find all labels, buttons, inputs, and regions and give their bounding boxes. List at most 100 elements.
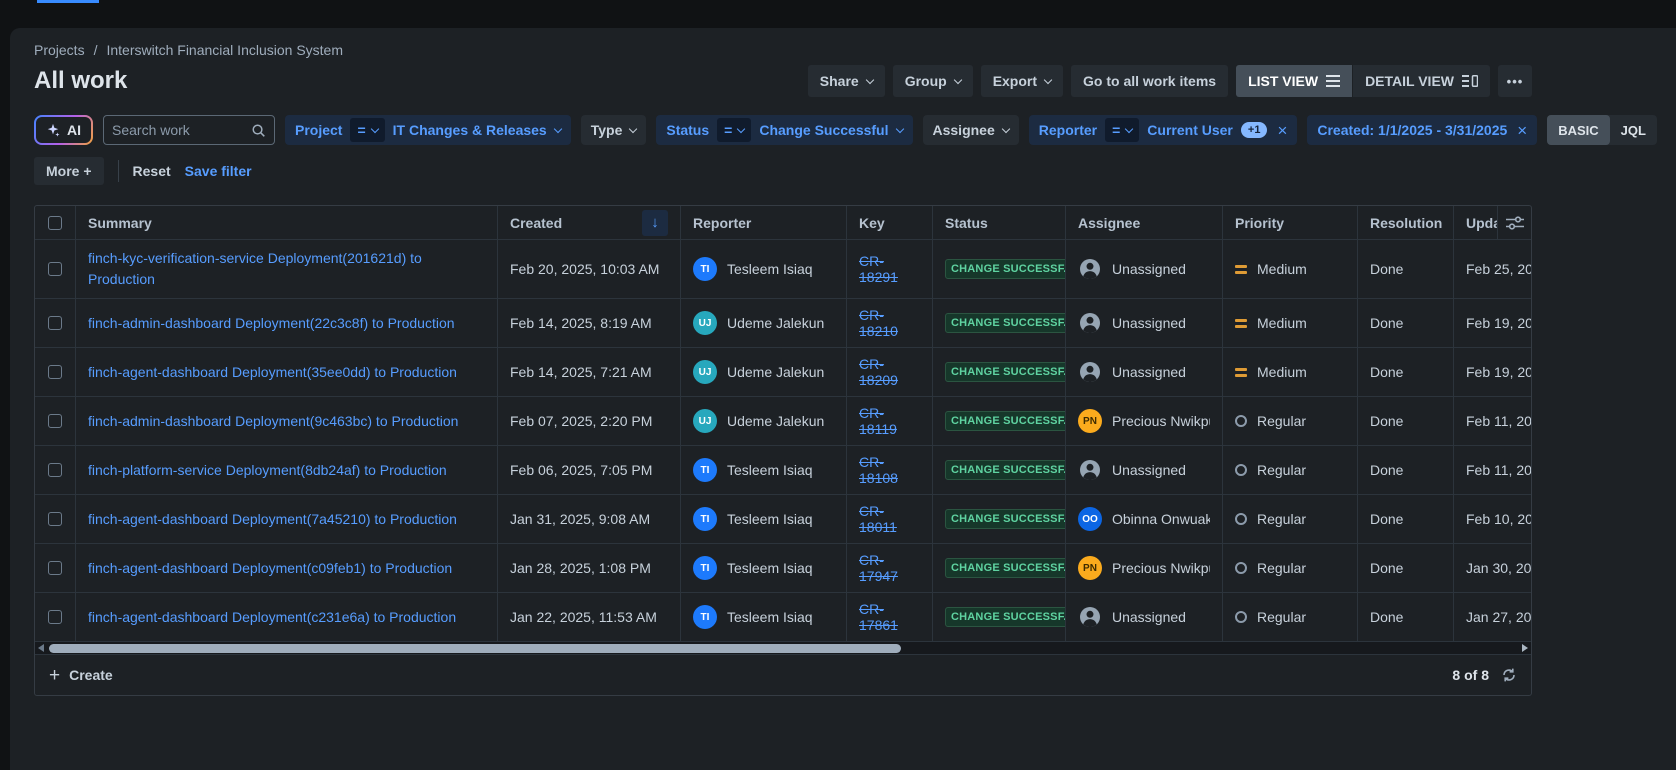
table-footer: + Create 8 of 8 [35,655,1531,695]
reporter-name: Tesleem Isiaq [727,609,813,625]
created-cell: Jan 28, 2025, 1:08 PM [498,544,681,592]
row-checkbox[interactable] [48,463,62,477]
reporter-cell: TI Tesleem Isiaq [681,446,847,494]
assignee-name: Unassigned [1112,261,1186,277]
filter-chip-status[interactable]: Status = Change Successful [656,115,912,145]
key-link[interactable]: CR-18291 [859,253,920,285]
work-item-link[interactable]: finch-admin-dashboard Deployment(9c463bc… [88,411,458,432]
key-link[interactable]: CR-18210 [859,307,920,339]
filter-chip-type[interactable]: Type [581,115,647,145]
row-checkbox[interactable] [48,365,62,379]
column-header-reporter[interactable]: Reporter [681,206,847,239]
created-cell: Feb 20, 2025, 10:03 AM [498,240,681,298]
reset-button[interactable]: Reset [133,163,171,179]
table-row: finch-agent-dashboard Deployment(c231e6a… [35,593,1531,642]
priority-cell: Regular [1223,397,1358,445]
assignee-avatar: PN [1078,409,1102,433]
save-filter-button[interactable]: Save filter [185,163,252,179]
row-checkbox[interactable] [48,262,62,276]
updated-cell: Jan 30, 2025, [1454,544,1531,592]
resolution-cell: Done [1358,544,1454,592]
operator-dropdown[interactable]: = [350,118,384,142]
key-link[interactable]: CR-18209 [859,356,920,388]
detail-view-button[interactable]: DETAIL VIEW [1353,65,1490,97]
close-icon[interactable]: × [1277,122,1287,139]
reporter-name: Tesleem Isiaq [727,462,813,478]
share-button[interactable]: Share [808,65,885,97]
refresh-button[interactable] [1501,667,1517,683]
resolution-cell: Done [1358,397,1454,445]
status-badge[interactable]: CHANGE SUCCESSF... [945,460,1066,480]
sort-descending-button[interactable]: ↓ [642,210,668,236]
assignee-cell: PN Precious Nwikpu... [1066,544,1223,592]
work-item-link[interactable]: finch-kyc-verification-service Deploymen… [88,248,485,290]
more-actions-button[interactable]: ••• [1498,65,1532,97]
sort-desc-icon: ↓ [651,214,659,231]
breadcrumb-project-name[interactable]: Interswitch Financial Inclusion System [106,42,343,58]
ai-button[interactable]: AI [34,115,93,145]
updated-cell: Feb 19, 2025 [1454,299,1531,347]
unassigned-person-icon [1078,605,1102,629]
breadcrumb-projects[interactable]: Projects [34,42,85,58]
status-badge[interactable]: CHANGE SUCCESSF... [945,509,1066,529]
basic-mode-button[interactable]: BASIC [1547,115,1609,145]
row-checkbox[interactable] [48,610,62,624]
priority-cell: Medium [1223,348,1358,396]
column-header-status[interactable]: Status [933,206,1066,239]
chevron-down-icon [737,124,745,132]
key-link[interactable]: CR-17947 [859,552,920,584]
key-link[interactable]: CR-18011 [859,503,920,535]
row-checkbox[interactable] [48,512,62,526]
status-badge[interactable]: CHANGE SUCCESSF... [945,607,1066,627]
key-link[interactable]: CR-18119 [859,405,920,437]
work-item-link[interactable]: finch-agent-dashboard Deployment(7a45210… [88,509,457,530]
operator-dropdown[interactable]: = [1105,118,1139,142]
row-checkbox[interactable] [48,316,62,330]
updated-cell: Feb 11, 2025 [1454,397,1531,445]
select-all-checkbox[interactable] [48,216,62,230]
work-item-link[interactable]: finch-agent-dashboard Deployment(c231e6a… [88,607,456,628]
status-badge[interactable]: CHANGE SUCCESSF... [945,313,1066,333]
column-header-priority[interactable]: Priority [1223,206,1358,239]
filter-chip-assignee[interactable]: Assignee [923,115,1019,145]
assignee-name: Precious Nwikpu... [1112,560,1210,576]
jql-mode-button[interactable]: JQL [1610,115,1657,145]
group-button[interactable]: Group [893,65,973,97]
work-item-link[interactable]: finch-platform-service Deployment(8db24a… [88,460,447,481]
export-button[interactable]: Export [981,65,1063,97]
column-header-summary[interactable]: Summary [76,206,498,239]
list-view-button[interactable]: LIST VIEW [1236,65,1352,97]
row-checkbox[interactable] [48,561,62,575]
horizontal-scrollbar [35,642,1531,655]
row-checkbox[interactable] [48,414,62,428]
unassigned-person-icon [1078,458,1102,482]
status-badge[interactable]: CHANGE SUCCESSF... [945,362,1066,382]
status-badge[interactable]: CHANGE SUCCESSF... [945,259,1066,279]
go-to-all-work-items-button[interactable]: Go to all work items [1071,65,1228,97]
assignee-avatar: OO [1078,507,1102,531]
status-badge[interactable]: CHANGE SUCCESSF... [945,558,1066,578]
filter-chip-project[interactable]: Project = IT Changes & Releases [285,115,571,145]
create-button[interactable]: + Create [49,666,113,685]
column-header-key[interactable]: Key [847,206,933,239]
filter-chip-created[interactable]: Created: 1/1/2025 - 3/31/2025 × [1307,115,1537,145]
column-settings-button[interactable] [1497,206,1531,239]
search-input[interactable] [112,122,245,138]
work-item-link[interactable]: finch-admin-dashboard Deployment(22c3c8f… [88,313,455,334]
key-link[interactable]: CR-18108 [859,454,920,486]
scroll-right-arrow[interactable] [1522,644,1528,652]
column-header-updated[interactable]: Updated [1454,206,1531,239]
close-icon[interactable]: × [1517,122,1527,139]
filter-chip-reporter[interactable]: Reporter = Current User +1 × [1029,115,1298,145]
work-item-link[interactable]: finch-agent-dashboard Deployment(c09feb1… [88,558,452,579]
status-badge[interactable]: CHANGE SUCCESSF... [945,411,1066,431]
scrollbar-thumb[interactable] [49,644,901,653]
more-filters-button[interactable]: More + [34,157,104,185]
operator-dropdown[interactable]: = [717,118,751,142]
key-link[interactable]: CR-17861 [859,601,920,633]
column-header-resolution[interactable]: Resolution [1358,206,1454,239]
scroll-left-arrow[interactable] [38,644,44,652]
column-header-assignee[interactable]: Assignee [1066,206,1223,239]
column-header-created[interactable]: Created ↓ [498,206,681,239]
work-item-link[interactable]: finch-agent-dashboard Deployment(35ee0dd… [88,362,457,383]
